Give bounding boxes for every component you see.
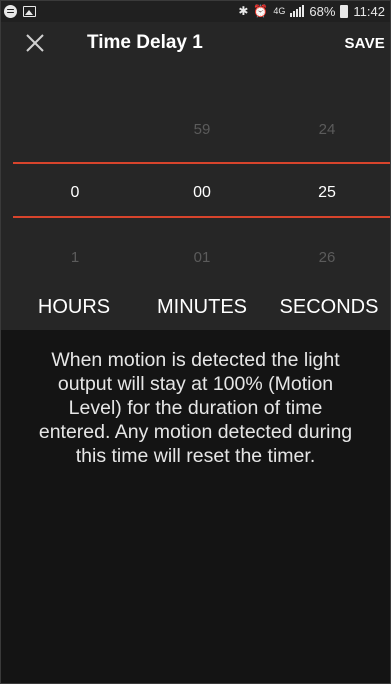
battery-icon [340,4,349,18]
seconds-above-value[interactable]: 24 [267,121,387,138]
network-4g-icon: 4G [273,6,286,16]
seconds-below-value[interactable]: 26 [267,249,387,266]
close-button[interactable] [22,30,48,56]
description-line: When motion is detected the light [51,349,340,371]
description-line: output will stay at 100% (Motion [57,373,334,395]
signal-icon [290,5,305,17]
hours-label: HOURS [37,296,111,318]
description-line: Level) for the duration of time [68,397,323,419]
spotify-icon [4,4,17,18]
hours-below-value[interactable]: 1 [15,249,135,266]
selection-bottom-divider [13,216,390,218]
description-line: this time will reset the timer. [75,445,316,467]
bluetooth-icon: ✱ [238,4,249,18]
minutes-selected-value[interactable]: 00 [142,184,262,202]
close-icon [26,34,44,52]
minutes-below-value[interactable]: 01 [142,249,262,266]
time-picker: 0 1 59 00 01 24 25 26 HOURS MINUTES SECO… [0,64,391,330]
alarm-icon: ⏰ [253,4,269,18]
gallery-icon [23,5,36,17]
seconds-label: SECONDS [279,296,379,318]
app-bar: Time Delay 1 SAVE [0,22,391,64]
seconds-selected-value[interactable]: 25 [267,184,387,202]
status-right: ✱ ⏰ 4G 68% 11:42 [238,4,385,19]
description-line: entered. Any motion detected during [38,421,353,443]
hours-selected-value[interactable]: 0 [15,184,135,202]
selection-top-divider [13,162,390,164]
battery-percent: 68% [309,3,336,19]
minutes-above-value[interactable]: 59 [142,121,262,138]
save-button[interactable]: SAVE [344,35,385,52]
status-left [4,4,36,18]
clock: 11:42 [353,3,385,19]
minutes-label: MINUTES [157,296,247,318]
description-text: When motion is detected the light output… [0,348,391,468]
page-title: Time Delay 1 [87,32,203,53]
status-bar: ✱ ⏰ 4G 68% 11:42 [0,0,391,22]
